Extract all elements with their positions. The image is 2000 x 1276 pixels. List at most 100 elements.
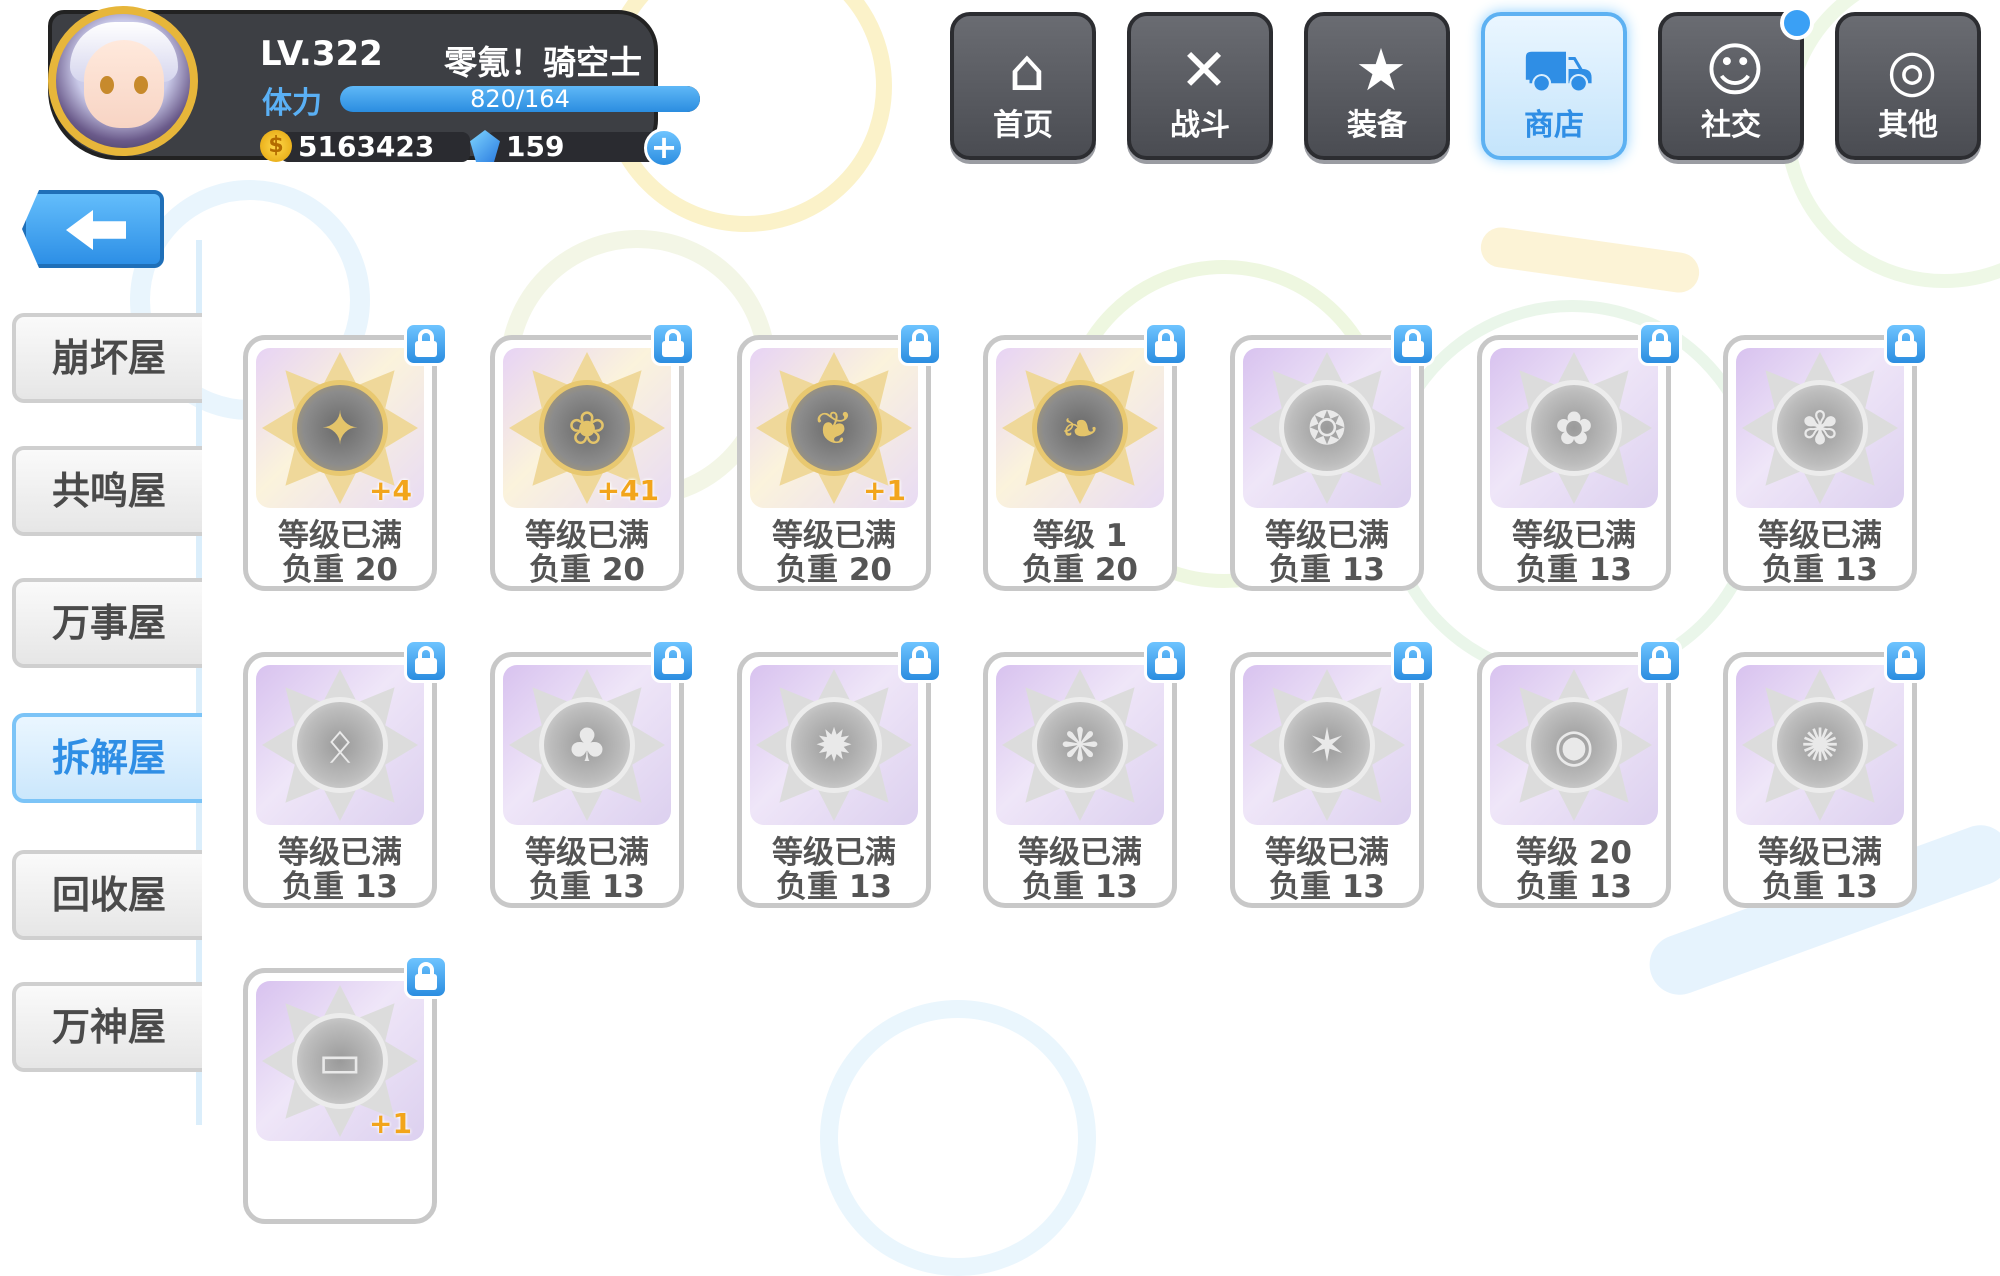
stigmata-card[interactable]: ▭ +1: [243, 955, 448, 1224]
lock-body: [1649, 658, 1671, 674]
lock-body: [909, 341, 931, 357]
lock-icon[interactable]: [1884, 322, 1928, 366]
stigmata-medal-icon: ✺: [1772, 697, 1868, 793]
medal-glyph: ❀: [567, 401, 607, 455]
stigmata-art: ᛟ: [256, 665, 424, 825]
stigmata-art: ❦ +1: [750, 348, 918, 508]
lock-icon[interactable]: [1144, 322, 1188, 366]
card-weight: 负重 13: [776, 869, 892, 905]
stigmata-card[interactable]: ◉ 等级 20 负重 13: [1477, 639, 1682, 908]
refine-bonus: +41: [596, 474, 659, 507]
nav-chat-character-button[interactable]: ☺ 社交: [1658, 6, 1814, 160]
card-weight: 负重 13: [1269, 869, 1385, 905]
nav-label: 商店: [1524, 108, 1584, 143]
medal-glyph: ♣: [566, 718, 608, 772]
lock-body: [415, 974, 437, 990]
lock-body: [1895, 658, 1917, 674]
stigmata-card[interactable]: ❦ +1 等级已满 负重 20: [737, 322, 942, 591]
refine-bonus: +4: [369, 474, 412, 507]
nav-settings-ear-button[interactable]: ◎ 其他: [1835, 12, 1981, 160]
stigmata-card[interactable]: ❀ +41 等级已满 负重 20: [490, 322, 695, 591]
nav-label: 其他: [1878, 108, 1938, 143]
sidebar-item-2[interactable]: 万事屋: [12, 578, 202, 668]
crossed-guns-icon: ✕: [1179, 36, 1229, 104]
stigmata-medal-icon: ✶: [1279, 697, 1375, 793]
sidebar-item-0[interactable]: 崩坏屋: [12, 313, 202, 403]
lock-icon[interactable]: [651, 639, 695, 683]
card-weight: 负重 13: [282, 869, 398, 905]
card-weight: 负重 13: [1762, 869, 1878, 905]
stigmata-art: ✦ +4: [256, 348, 424, 508]
sidebar-item-label: 回收屋: [51, 873, 166, 917]
stigmata-medal-icon: ❂: [1279, 380, 1375, 476]
medal-glyph: ✺: [1800, 718, 1840, 772]
gem-count: 159: [506, 130, 565, 163]
lock-icon[interactable]: [1144, 639, 1188, 683]
lock-body: [415, 341, 437, 357]
lock-icon[interactable]: [1638, 639, 1682, 683]
stigmata-art: ✶: [1243, 665, 1411, 825]
nav-label: 战斗: [1170, 108, 1230, 143]
card-weight: 负重 20: [282, 552, 398, 588]
card-weight: 负重 20: [776, 552, 892, 588]
lock-icon[interactable]: [404, 955, 448, 999]
add-currency-button[interactable]: +: [644, 128, 684, 168]
stigmata-card[interactable]: ✹ 等级已满 负重 13: [737, 639, 942, 908]
notification-dot: [1780, 6, 1814, 40]
stigmata-art: ◉: [1490, 665, 1658, 825]
stigmata-card[interactable]: ✺ 等级已满 负重 13: [1723, 639, 1928, 908]
nav-star-gun-button[interactable]: ★ 装备: [1304, 12, 1450, 160]
coin-icon: $: [260, 130, 292, 162]
stigmata-art: ❂: [1243, 348, 1411, 508]
nav-crossed-guns-button[interactable]: ✕ 战斗: [1127, 12, 1273, 160]
card-weight: 负重 20: [1022, 552, 1138, 588]
sidebar-item-3[interactable]: 拆解屋: [12, 713, 202, 803]
lock-icon[interactable]: [1638, 322, 1682, 366]
lock-icon[interactable]: [898, 639, 942, 683]
medal-glyph: ✹: [814, 718, 854, 772]
lock-icon[interactable]: [404, 639, 448, 683]
lock-icon[interactable]: [1884, 639, 1928, 683]
stigmata-card[interactable]: ✾ 等级已满 负重 13: [1723, 322, 1928, 591]
stigmata-card[interactable]: ❧ 等级 1 负重 20: [983, 322, 1188, 591]
sidebar-item-4[interactable]: 回收屋: [12, 850, 202, 940]
card-weight: 负重 13: [529, 869, 645, 905]
card-weight: 负重 13: [1762, 552, 1878, 588]
shop-cart-icon: ⛟: [1521, 36, 1595, 104]
stigmata-card[interactable]: ✿ 等级已满 负重 13: [1477, 322, 1682, 591]
sidebar-item-label: 万事屋: [51, 601, 166, 645]
nav-label: 首页: [993, 108, 1053, 143]
lock-icon[interactable]: [404, 322, 448, 366]
nav-house-button[interactable]: ⌂ 首页: [950, 12, 1096, 160]
medal-glyph: ❋: [1060, 718, 1100, 772]
settings-ear-icon: ◎: [1886, 36, 1938, 104]
stigmata-card[interactable]: ✶ 等级已满 负重 13: [1230, 639, 1435, 908]
stigmata-card[interactable]: ♣ 等级已满 负重 13: [490, 639, 695, 908]
stamina-value: 820/164: [470, 86, 570, 112]
lock-body: [1402, 341, 1424, 357]
sidebar-item-label: 拆解屋: [51, 736, 166, 780]
house-icon: ⌂: [1008, 36, 1046, 104]
player-avatar[interactable]: [48, 6, 198, 156]
lock-icon[interactable]: [898, 322, 942, 366]
stigmata-medal-icon: ❀: [539, 380, 635, 476]
back-button[interactable]: [22, 190, 164, 268]
sidebar-item-5[interactable]: 万神屋: [12, 982, 202, 1072]
lock-icon[interactable]: [1391, 639, 1435, 683]
stigmata-card[interactable]: ❋ 等级已满 负重 13: [983, 639, 1188, 908]
stigmata-card[interactable]: ᛟ 等级已满 负重 13: [243, 639, 448, 908]
lock-icon[interactable]: [651, 322, 695, 366]
avatar-face: [84, 40, 164, 128]
lock-icon[interactable]: [1391, 322, 1435, 366]
stamina-label: 体力: [262, 86, 322, 121]
stigmata-card[interactable]: ❂ 等级已满 负重 13: [1230, 322, 1435, 591]
back-arrow-icon: [66, 210, 126, 250]
nav-shop-cart-button[interactable]: ⛟ 商店: [1481, 12, 1627, 160]
stigmata-art: ✹: [750, 665, 918, 825]
stigmata-art: ✺: [1736, 665, 1904, 825]
refine-bonus: +1: [863, 474, 906, 507]
lock-body: [1155, 658, 1177, 674]
stigmata-card[interactable]: ✦ +4 等级已满 负重 20: [243, 322, 448, 591]
sidebar-item-1[interactable]: 共鸣屋: [12, 446, 202, 536]
stigmata-art: ❋: [996, 665, 1164, 825]
